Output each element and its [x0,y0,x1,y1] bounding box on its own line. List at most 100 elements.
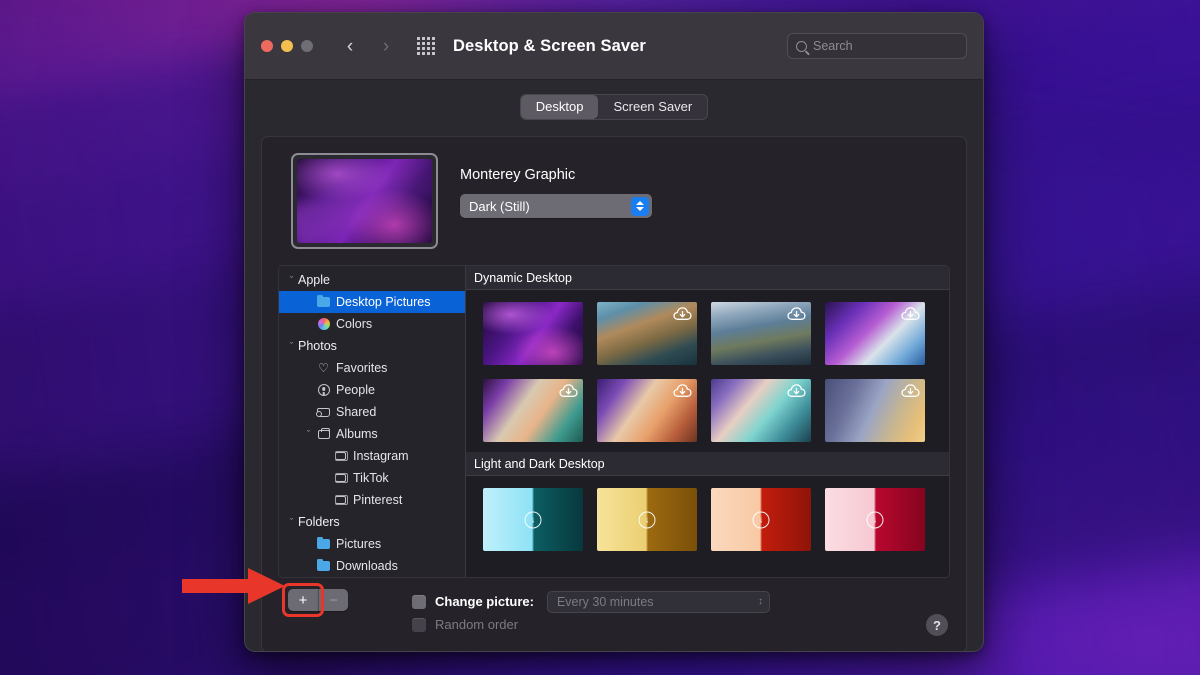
wallpaper-thumbnail-abstract-pink[interactable]: ↓ [825,488,925,551]
download-cloud-icon[interactable] [787,383,806,398]
window-titlebar: ‹ › Desktop & Screen Saver Search [245,13,983,80]
wallpaper-thumbnail-hera-dusk[interactable] [597,379,697,442]
wallpaper-thumbnail-monterey-graphic[interactable] [483,302,583,365]
wallpaper-thumbnail-solar-gradients[interactable] [825,379,925,442]
wallpaper-thumbnail-hera-sunset[interactable] [483,379,583,442]
search-placeholder: Search [813,39,853,53]
folder-icon [315,561,332,571]
preview-row: Monterey Graphic Dark (Still) [278,153,950,249]
desktop-screensaver-window: ‹ › Desktop & Screen Saver Search Deskto… [244,12,984,652]
tab-group: Desktop Screen Saver [520,94,708,120]
back-button[interactable]: ‹ [339,33,361,59]
sidebar-item-albums[interactable]: ˇ Albums [279,423,465,445]
chevron-down-icon[interactable]: ˇ [285,276,298,285]
chevron-down-icon[interactable]: ˇ [302,430,315,439]
sidebar-item-apple[interactable]: ˇApple [279,269,465,291]
sidebar-item-label: Pinterest [353,493,402,507]
remove-folder-button: − [318,589,348,611]
sidebar-item-colors[interactable]: Colors [279,313,465,335]
random-order-row: Random order [412,613,770,636]
preview-thumbnail [297,159,432,243]
sidebar-item-label: Shared [336,405,376,419]
download-cloud-icon[interactable]: ↓ [753,511,770,528]
wallpaper-thumbnail-catalina-coast[interactable] [711,379,811,442]
albumstack-icon [332,496,349,504]
sidebar-item-label: People [336,383,375,397]
download-cloud-icon[interactable] [673,306,692,321]
change-interval-popup[interactable]: Every 30 minutes ↕ [547,591,770,613]
sidebar-item-desktop-pictures[interactable]: Desktop Pictures [279,291,465,313]
chevron-down-icon[interactable]: ˇ [285,518,298,527]
tab-screen-saver[interactable]: Screen Saver [598,95,707,119]
sidebar-item-shared[interactable]: Shared [279,401,465,423]
download-cloud-icon[interactable] [901,383,920,398]
section-title: Light and Dark Desktop [474,457,605,471]
random-order-label: Random order [435,617,518,632]
window-body: Desktop Screen Saver Monterey Graphic Da… [245,80,983,652]
wallpaper-thumbnail-abstract-yellow[interactable]: ↓ [597,488,697,551]
wallpaper-thumbnail-abstract-orange[interactable]: ↓ [711,488,811,551]
heart-icon: ♡ [315,362,332,374]
change-interval-value: Every 30 minutes [557,595,758,609]
zoom-button [301,40,313,52]
colorwheel-icon [315,318,332,330]
source-sidebar[interactable]: ˇAppleDesktop PicturesColorsˇPhotos♡Favo… [279,266,466,577]
help-button[interactable]: ? [926,614,948,636]
wallpaper-thumbnail-big-sur-graphic[interactable] [825,302,925,365]
download-cloud-icon[interactable] [673,383,692,398]
sidebar-item-tiktok[interactable]: TikTok [279,467,465,489]
download-cloud-icon[interactable] [559,383,578,398]
person-icon [315,384,332,396]
chevron-down-icon[interactable]: ˇ [285,342,298,351]
change-picture-row: Change picture: Every 30 minutes ↕ [412,590,770,613]
minimize-button[interactable] [281,40,293,52]
search-icon [796,41,807,52]
download-cloud-icon[interactable]: ↓ [639,511,656,528]
wallpaper-style-popup[interactable]: Dark (Still) [460,194,652,218]
close-button[interactable] [261,40,273,52]
thumbnail-grid: ↓ ↓ ↓ ↓ [466,476,949,561]
change-picture-label: Change picture: [435,594,534,609]
wallpaper-gallery[interactable]: Dynamic DesktopLight and Dark Desktop↓↓↓… [466,266,949,577]
source-and-gallery-split: ˇAppleDesktop PicturesColorsˇPhotos♡Favo… [278,265,950,578]
add-folder-button[interactable]: + [288,589,318,611]
tab-bar: Desktop Screen Saver [261,94,967,120]
sidebar-item-instagram[interactable]: Instagram [279,445,465,467]
download-cloud-icon[interactable]: ↓ [525,511,542,528]
sidebar-item-label: Colors [336,317,372,331]
sidebar-item-label: Albums [336,427,378,441]
sidebar-item-pinterest[interactable]: Pinterest [279,489,465,511]
section-title: Dynamic Desktop [474,271,572,285]
show-all-grid-icon[interactable] [417,37,435,55]
wallpaper-thumbnail-big-sur-beach[interactable] [597,302,697,365]
forward-button[interactable]: › [375,33,397,59]
sidebar-item-downloads[interactable]: Downloads [279,555,465,577]
sidebar-item-folders[interactable]: ˇFolders [279,511,465,533]
download-cloud-icon[interactable] [787,306,806,321]
search-input[interactable]: Search [787,33,967,59]
wallpaper-name-label: Monterey Graphic [460,167,652,183]
folder-icon [315,539,332,549]
sidebar-item-label: Apple [298,273,330,287]
traffic-lights [261,40,313,52]
albumstack-icon [332,474,349,482]
sidebar-item-pictures[interactable]: Pictures [279,533,465,555]
tab-desktop[interactable]: Desktop [521,95,599,119]
sidebar-item-people[interactable]: People [279,379,465,401]
download-cloud-icon[interactable] [901,306,920,321]
sidebar-item-photos[interactable]: ˇPhotos [279,335,465,357]
add-remove-segmented-control[interactable]: + − [288,589,348,611]
sidebar-item-label: Photos [298,339,337,353]
annotation-arrow [182,566,286,606]
wallpaper-thumbnail-abstract-cyan[interactable]: ↓ [483,488,583,551]
download-cloud-icon[interactable]: ↓ [867,511,884,528]
change-picture-checkbox[interactable] [412,595,426,609]
sidebar-item-favorites[interactable]: ♡Favorites [279,357,465,379]
options-group: Change picture: Every 30 minutes ↕ Rando… [412,589,770,636]
current-wallpaper-preview[interactable] [291,153,438,249]
wallpaper-thumbnail-catalina-island[interactable] [711,302,811,365]
sidebar-item-label: Folders [298,515,340,529]
stepper-icon[interactable] [631,197,649,216]
chevron-updown-icon: ↕ [758,597,763,607]
page-title: Desktop & Screen Saver [453,37,646,56]
